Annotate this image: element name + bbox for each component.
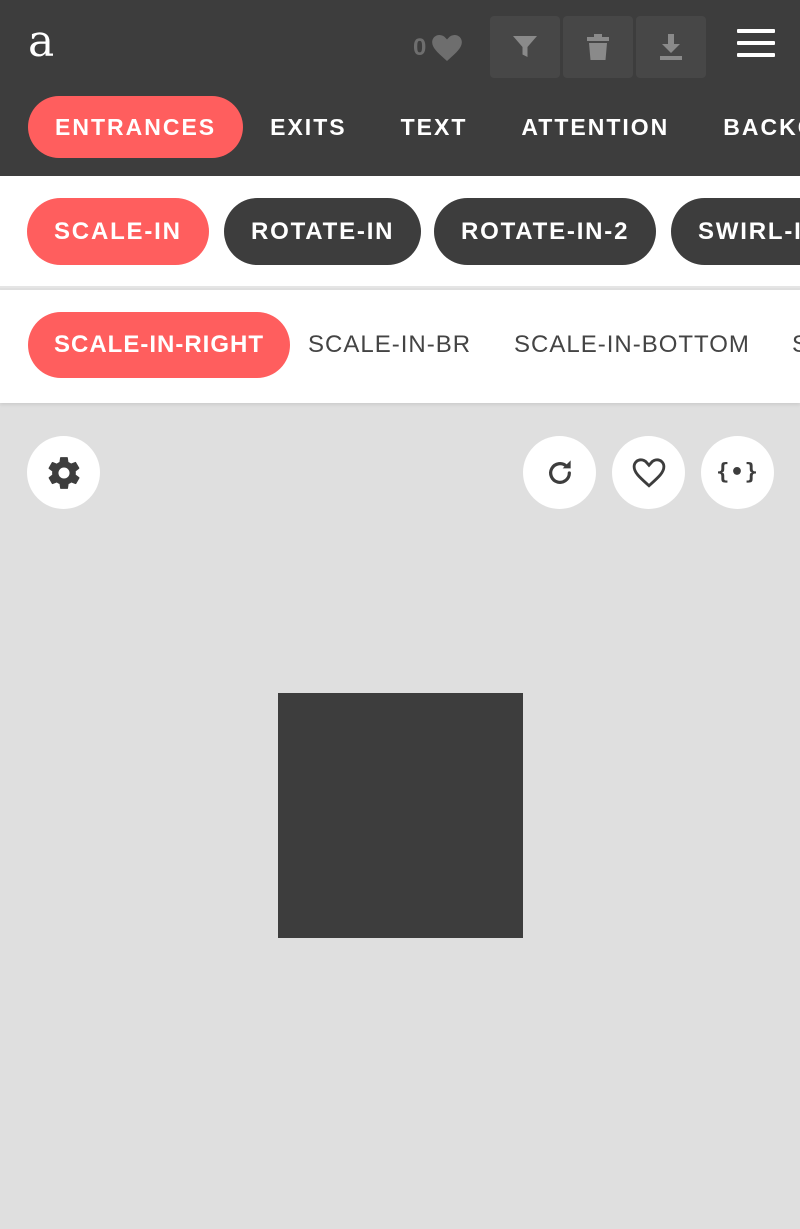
top-bar: a 0 ENTRANCES EXITS TEXT ATTENTION BACK [0,0,800,176]
hamburger-menu-icon[interactable] [733,26,779,60]
variant-scale-in-right[interactable]: SCALE-IN-RIGHT [28,312,290,378]
settings-button[interactable] [27,436,100,509]
favorites-counter[interactable]: 0 [413,32,463,64]
tab-attention[interactable]: ATTENTION [494,96,696,158]
code-button[interactable]: {•} [701,436,774,509]
group-rotate-in-2[interactable]: ROTATE-IN-2 [434,198,657,265]
variant-scale-in-br[interactable]: SCALE-IN-BR [282,312,497,378]
tab-exits[interactable]: EXITS [243,96,373,158]
variant-scale-in-bottom[interactable]: SCALE-IN-BOTTOM [488,312,776,378]
variant-scale-in-bl[interactable]: SCALE-IN-BL [766,312,800,378]
app-logo[interactable]: a [28,14,54,70]
replay-icon [548,459,571,484]
filter-icon [513,36,537,57]
animation-variant-row: SCALE-IN-RIGHT SCALE-IN-BR SCALE-IN-BOTT… [0,290,800,403]
replay-button[interactable] [523,436,596,509]
download-button[interactable] [636,16,706,78]
delete-button[interactable] [563,16,633,78]
download-icon [660,34,682,60]
group-rotate-in[interactable]: ROTATE-IN [224,198,422,265]
animation-demo-box [278,693,523,938]
favorite-button[interactable] [612,436,685,509]
code-braces-icon: {•} [716,460,759,485]
group-scale-in[interactable]: SCALE-IN [27,198,209,265]
trash-icon [587,34,609,60]
tab-entrances[interactable]: ENTRANCES [28,96,244,158]
heart-icon [432,35,463,61]
tab-background[interactable]: BACKGROUND [696,96,800,158]
gear-icon [48,456,80,489]
filter-button[interactable] [490,16,560,78]
heart-outline-icon [632,457,665,488]
category-tabs: ENTRANCES EXITS TEXT ATTENTION BACKGROUN… [0,96,800,158]
favorites-count: 0 [413,34,427,61]
tab-text[interactable]: TEXT [374,96,495,158]
animation-group-row: SCALE-IN ROTATE-IN ROTATE-IN-2 SWIRL-IN [0,176,800,288]
group-swirl-in[interactable]: SWIRL-IN [671,198,800,265]
